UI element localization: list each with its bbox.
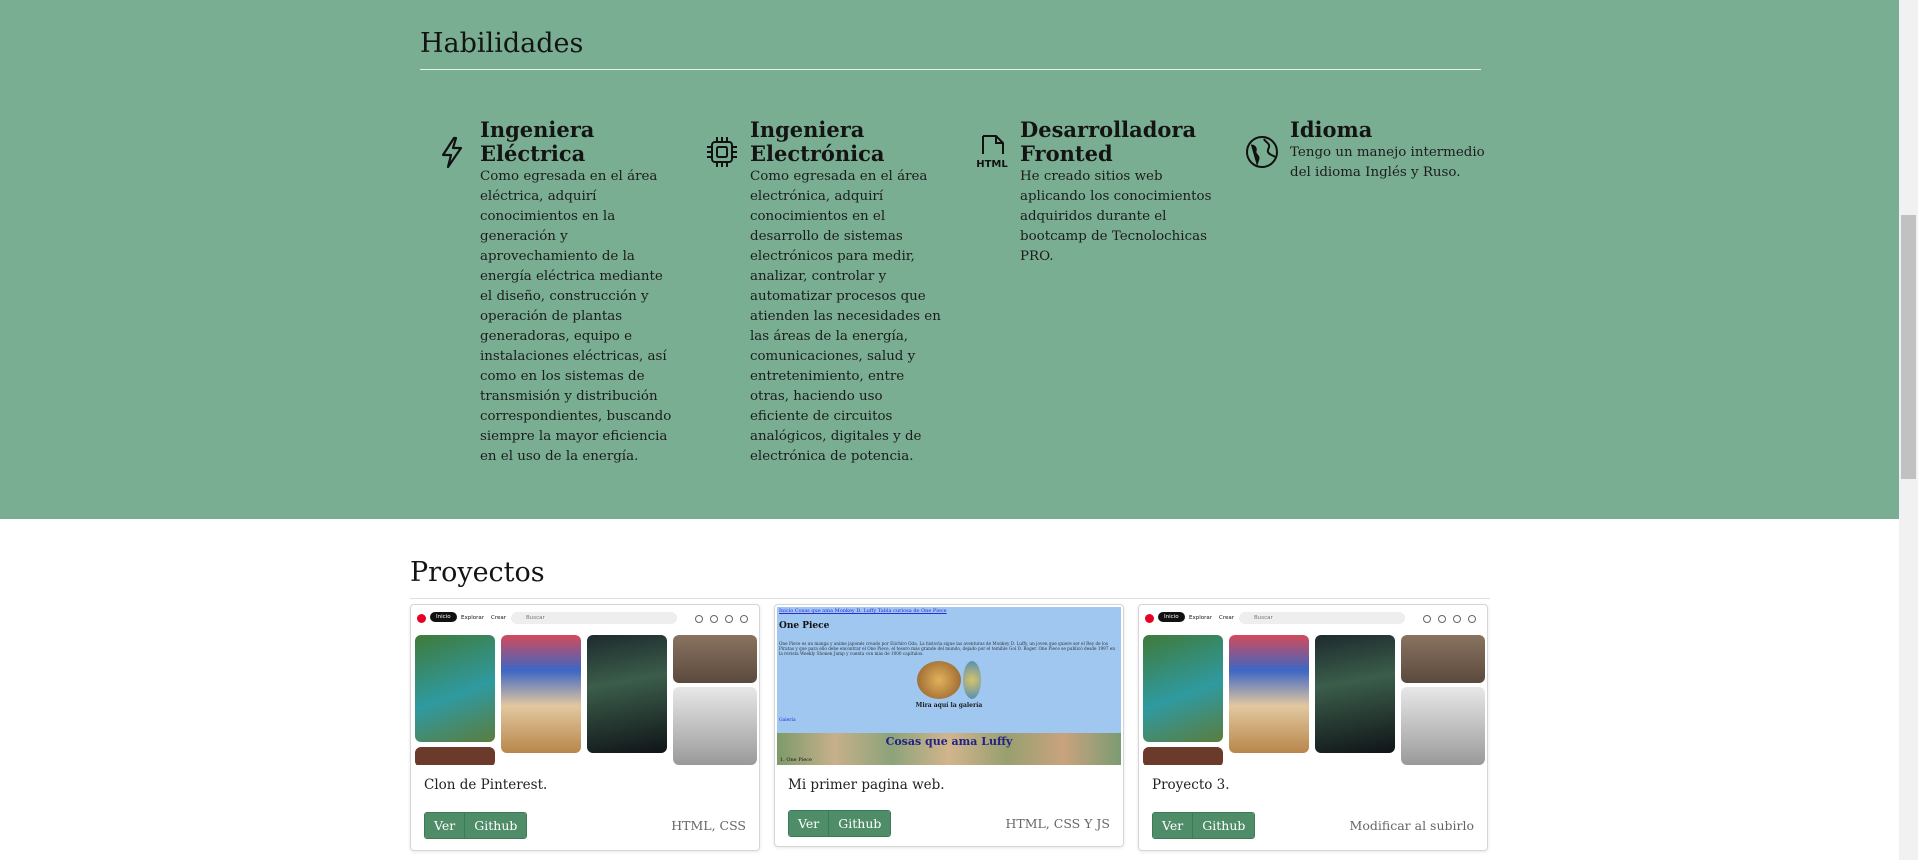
- pin-image: [673, 635, 757, 683]
- thumbnail-search-placeholder: Buscar: [526, 615, 545, 621]
- project-title: Mi primer pagina web.: [788, 777, 945, 793]
- thumbnail-search: Buscar: [511, 612, 677, 624]
- view-button[interactable]: Ver: [425, 813, 465, 838]
- project-button-group: Ver Github: [788, 810, 892, 837]
- github-button[interactable]: Github: [828, 811, 891, 836]
- pin-image: [1143, 635, 1223, 742]
- project-card: Inicio Explorar Crear Buscar Proyecto 3.…: [1138, 604, 1488, 851]
- pin-image: [501, 635, 581, 753]
- gallery-image: [963, 661, 981, 699]
- thumbnail-paragraph: One Piece es un manga y anime japonés cr…: [779, 641, 1116, 657]
- skill-frontend: HTML Desarrolladora Fronted He creado si…: [976, 117, 1215, 267]
- cpu-chip-icon: [702, 132, 742, 172]
- page-scrollbar[interactable]: [1899, 0, 1918, 860]
- pin-image: [673, 687, 757, 765]
- project-thumbnail[interactable]: Inicio Explorar Crear Buscar: [1141, 607, 1485, 765]
- pinterest-logo-icon: [417, 614, 426, 623]
- thumbnail-links: Inicio Cosas que ama Monkey D. Luffy Tab…: [779, 608, 947, 614]
- pin-image: [587, 635, 667, 753]
- project-button-group: Ver Github: [1152, 812, 1256, 839]
- project-tech: HTML, CSS Y JS: [1005, 816, 1110, 831]
- gallery-image: [917, 661, 961, 699]
- chat-icon: [1438, 615, 1446, 623]
- thumbnail-navbar: Inicio Explorar Crear Buscar: [413, 607, 757, 631]
- thumbnail-search-placeholder: Buscar: [1254, 615, 1273, 621]
- project-tech: Modificar al subirlo: [1349, 818, 1474, 833]
- skill-description: Como egresada en el área eléctrica, adqu…: [480, 169, 672, 464]
- skill-description: Tengo un manejo intermedio del idioma In…: [1290, 145, 1485, 180]
- skills-divider: [420, 69, 1481, 70]
- pin-image: [1315, 635, 1395, 753]
- skills-section: Habilidades Ingeniera Eléctrica Como egr…: [0, 0, 1899, 519]
- project-thumbnail[interactable]: Inicio Explorar Crear Buscar: [413, 607, 757, 765]
- view-button[interactable]: Ver: [789, 811, 829, 836]
- github-button[interactable]: Github: [464, 813, 527, 838]
- scrollbar-thumb[interactable]: [1901, 215, 1916, 479]
- pinterest-logo-icon: [1145, 614, 1154, 623]
- thumbnail-list-item: 1. One Piece: [780, 757, 812, 763]
- skill-electrical: Ingeniera Eléctrica Como egresada en el …: [441, 117, 675, 467]
- project-button-group: Ver Github: [424, 812, 528, 839]
- projects-heading: Proyectos: [410, 557, 545, 588]
- profile-icon: [725, 615, 733, 623]
- skill-title: Ingeniera Electrónica: [750, 117, 885, 166]
- projects-divider: [410, 598, 1490, 599]
- pin-image: [1401, 635, 1485, 683]
- thumbnail-nav-inicio: Inicio: [1158, 612, 1185, 622]
- thumbnail-search: Buscar: [1239, 612, 1405, 624]
- thumbnail-heading: One Piece: [779, 621, 830, 631]
- thumbnail-nav-crear: Crear: [491, 615, 506, 621]
- gallery-link: Galería: [779, 718, 796, 723]
- svg-text:HTML: HTML: [976, 159, 1008, 170]
- skill-electronics: Ingeniera Electrónica Como egresada en e…: [707, 117, 945, 467]
- bell-icon: [1423, 615, 1431, 623]
- project-card: Inicio Cosas que ama Monkey D. Luffy Tab…: [774, 604, 1124, 847]
- skill-title: Ingeniera Eléctrica: [480, 117, 595, 166]
- pin-image: [415, 635, 495, 742]
- skill-description: He creado sitios web aplicando los conoc…: [1020, 169, 1212, 264]
- skill-title: Idioma: [1290, 117, 1373, 142]
- thumbnail-navbar: Inicio Explorar Crear Buscar: [1141, 607, 1485, 631]
- profile-icon: [1453, 615, 1461, 623]
- pin-image: [1401, 687, 1485, 765]
- thumbnail-nav-crear: Crear: [1219, 615, 1234, 621]
- bolt-icon: [432, 132, 472, 172]
- pin-image: [1143, 747, 1223, 765]
- pin-image: [415, 747, 495, 765]
- skills-heading: Habilidades: [420, 28, 584, 59]
- chevron-down-icon: [1468, 615, 1476, 623]
- html-file-icon: HTML: [972, 132, 1012, 172]
- thumbnail-nav-inicio: Inicio: [430, 612, 457, 622]
- project-title: Clon de Pinterest.: [424, 777, 548, 793]
- skill-description: Como egresada en el área electrónica, ad…: [750, 169, 941, 464]
- chat-icon: [710, 615, 718, 623]
- globe-icon: [1242, 132, 1282, 172]
- skill-title: Desarrolladora Fronted: [1020, 117, 1197, 166]
- thumbnail-nav-explorar: Explorar: [461, 615, 485, 621]
- pin-image: [1229, 635, 1309, 753]
- project-tech: HTML, CSS: [671, 818, 746, 833]
- view-button[interactable]: Ver: [1153, 813, 1193, 838]
- project-card: Inicio Explorar Crear Buscar Clon de Pin…: [410, 604, 760, 851]
- bell-icon: [695, 615, 703, 623]
- chevron-down-icon: [740, 615, 748, 623]
- thumbnail-section-heading: Cosas que ama Luffy: [885, 735, 1013, 748]
- github-button[interactable]: Github: [1192, 813, 1255, 838]
- thumbnail-nav-explorar: Explorar: [1189, 615, 1213, 621]
- gallery-caption: Mira aquí la galería: [915, 702, 983, 709]
- project-thumbnail[interactable]: Inicio Cosas que ama Monkey D. Luffy Tab…: [777, 607, 1121, 765]
- project-title: Proyecto 3.: [1152, 777, 1230, 793]
- skill-language: Idioma Tengo un manejo intermedio del id…: [1246, 117, 1485, 183]
